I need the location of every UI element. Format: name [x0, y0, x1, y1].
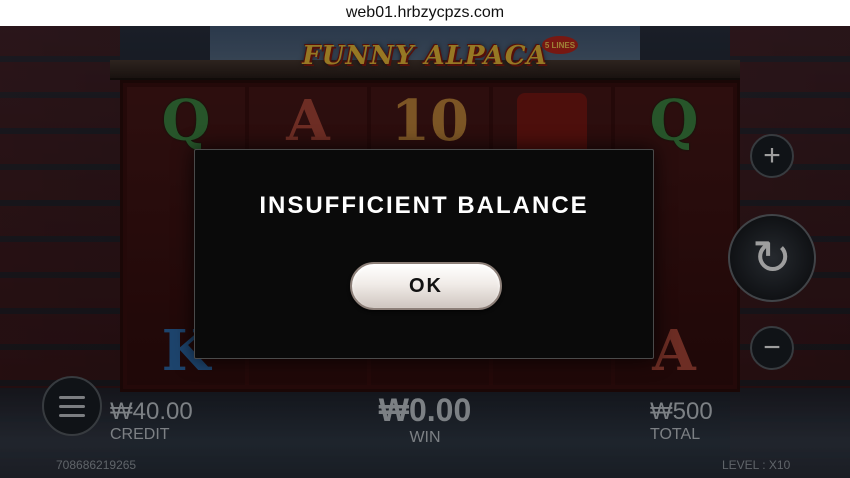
ok-button[interactable]: OK — [350, 262, 502, 310]
dialog-message: INSUFFICIENT BALANCE — [259, 192, 589, 219]
browser-url-bar[interactable]: web01.hrbzycpzs.com — [0, 0, 850, 26]
url-text: web01.hrbzycpzs.com — [345, 4, 505, 21]
insufficient-balance-dialog: INSUFFICIENT BALANCE OK — [194, 149, 654, 359]
